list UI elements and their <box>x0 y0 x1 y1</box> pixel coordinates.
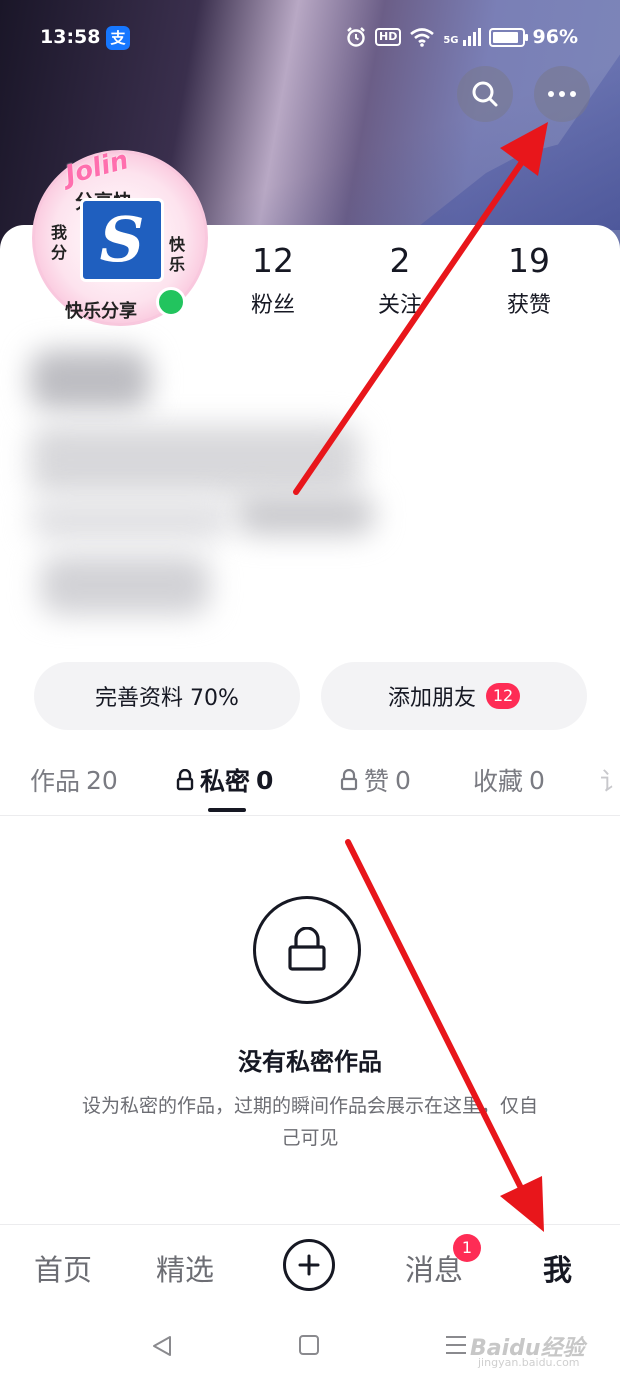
tab-liked[interactable]: 赞 0 <box>340 762 411 798</box>
complete-profile-button[interactable]: 完善资料 70% <box>34 662 300 730</box>
battery-icon <box>488 27 528 47</box>
online-status-dot <box>156 287 186 317</box>
search-button[interactable] <box>457 66 513 122</box>
avatar-logo: S <box>80 198 164 282</box>
tab-private[interactable]: 私密 0 <box>176 762 273 798</box>
nav-featured[interactable]: 精选 <box>156 1247 214 1289</box>
messages-badge: 1 <box>453 1234 481 1262</box>
status-time: 13:58 <box>40 26 101 48</box>
back-icon[interactable] <box>150 1334 174 1358</box>
status-indicators: HD 5G 96% <box>345 26 578 48</box>
active-tab-indicator <box>208 808 246 812</box>
tabs-divider <box>0 815 620 816</box>
blurred-profile-info <box>0 330 620 640</box>
stat-fans-value: 12 <box>252 241 294 280</box>
recent-apps-icon[interactable] <box>444 1334 468 1356</box>
stat-following-value: 2 <box>389 241 411 280</box>
stat-fans[interactable]: 12 粉丝 <box>213 241 333 319</box>
tab-works-label: 作品 <box>30 767 81 796</box>
add-friend-label: 添加朋友 <box>387 686 476 711</box>
cellular-signal-icon: 5G <box>443 28 481 46</box>
tab-works-count: 20 <box>86 765 118 795</box>
tab-extra-cut-off[interactable]: 讠 <box>600 762 620 798</box>
more-dots-icon <box>548 91 576 97</box>
search-icon <box>472 81 498 107</box>
alarm-icon <box>347 27 365 47</box>
stat-following-label: 关注 <box>377 293 422 318</box>
stat-likes[interactable]: 19 获赞 <box>469 241 589 319</box>
stat-likes-label: 获赞 <box>506 293 551 318</box>
more-options-button[interactable] <box>534 66 590 122</box>
hd-icon: HD <box>375 28 402 46</box>
lock-icon <box>288 927 326 971</box>
alipay-notification-icon: 支 <box>106 26 130 50</box>
home-square-icon[interactable] <box>298 1334 320 1356</box>
tab-private-count: 0 <box>256 765 274 795</box>
avatar-ring-text-left: 我分 <box>51 223 68 262</box>
stat-fans-label: 粉丝 <box>250 293 295 318</box>
battery-level: 96% <box>532 26 578 48</box>
tab-private-label: 私密 <box>200 767 251 796</box>
empty-state-lock <box>253 896 361 1004</box>
tab-favorites-count: 0 <box>529 765 545 795</box>
tab-liked-count: 0 <box>395 765 411 795</box>
avatar-ring-text-bottom: 快乐分享 <box>65 301 137 322</box>
wifi-icon <box>410 28 435 47</box>
nav-home[interactable]: 首页 <box>34 1247 92 1289</box>
tab-favorites[interactable]: 收藏 0 <box>473 762 545 798</box>
nav-me[interactable]: 我 <box>543 1247 572 1289</box>
stat-likes-value: 19 <box>508 241 550 280</box>
empty-state-description: 设为私密的作品，过期的瞬间作品会展示在这里，仅自己可见 <box>81 1095 538 1149</box>
plus-icon <box>298 1254 320 1276</box>
add-friend-button[interactable]: 添加朋友 12 <box>321 662 587 730</box>
empty-state-title: 没有私密作品 <box>238 1048 382 1076</box>
tab-liked-label: 赞 <box>364 767 390 796</box>
baidu-watermark-url: jingyan.baidu.com <box>478 1356 580 1369</box>
add-friend-badge: 12 <box>486 683 520 709</box>
avatar-ring-text-right: 快乐 <box>169 235 186 274</box>
lock-icon <box>340 769 358 791</box>
create-post-button[interactable] <box>283 1239 335 1291</box>
tab-works[interactable]: 作品 20 <box>30 762 118 798</box>
stat-following[interactable]: 2 关注 <box>340 241 460 319</box>
lock-icon <box>176 769 194 791</box>
tab-extra-label: 讠 <box>600 767 620 796</box>
tab-favorites-label: 收藏 <box>473 767 524 796</box>
